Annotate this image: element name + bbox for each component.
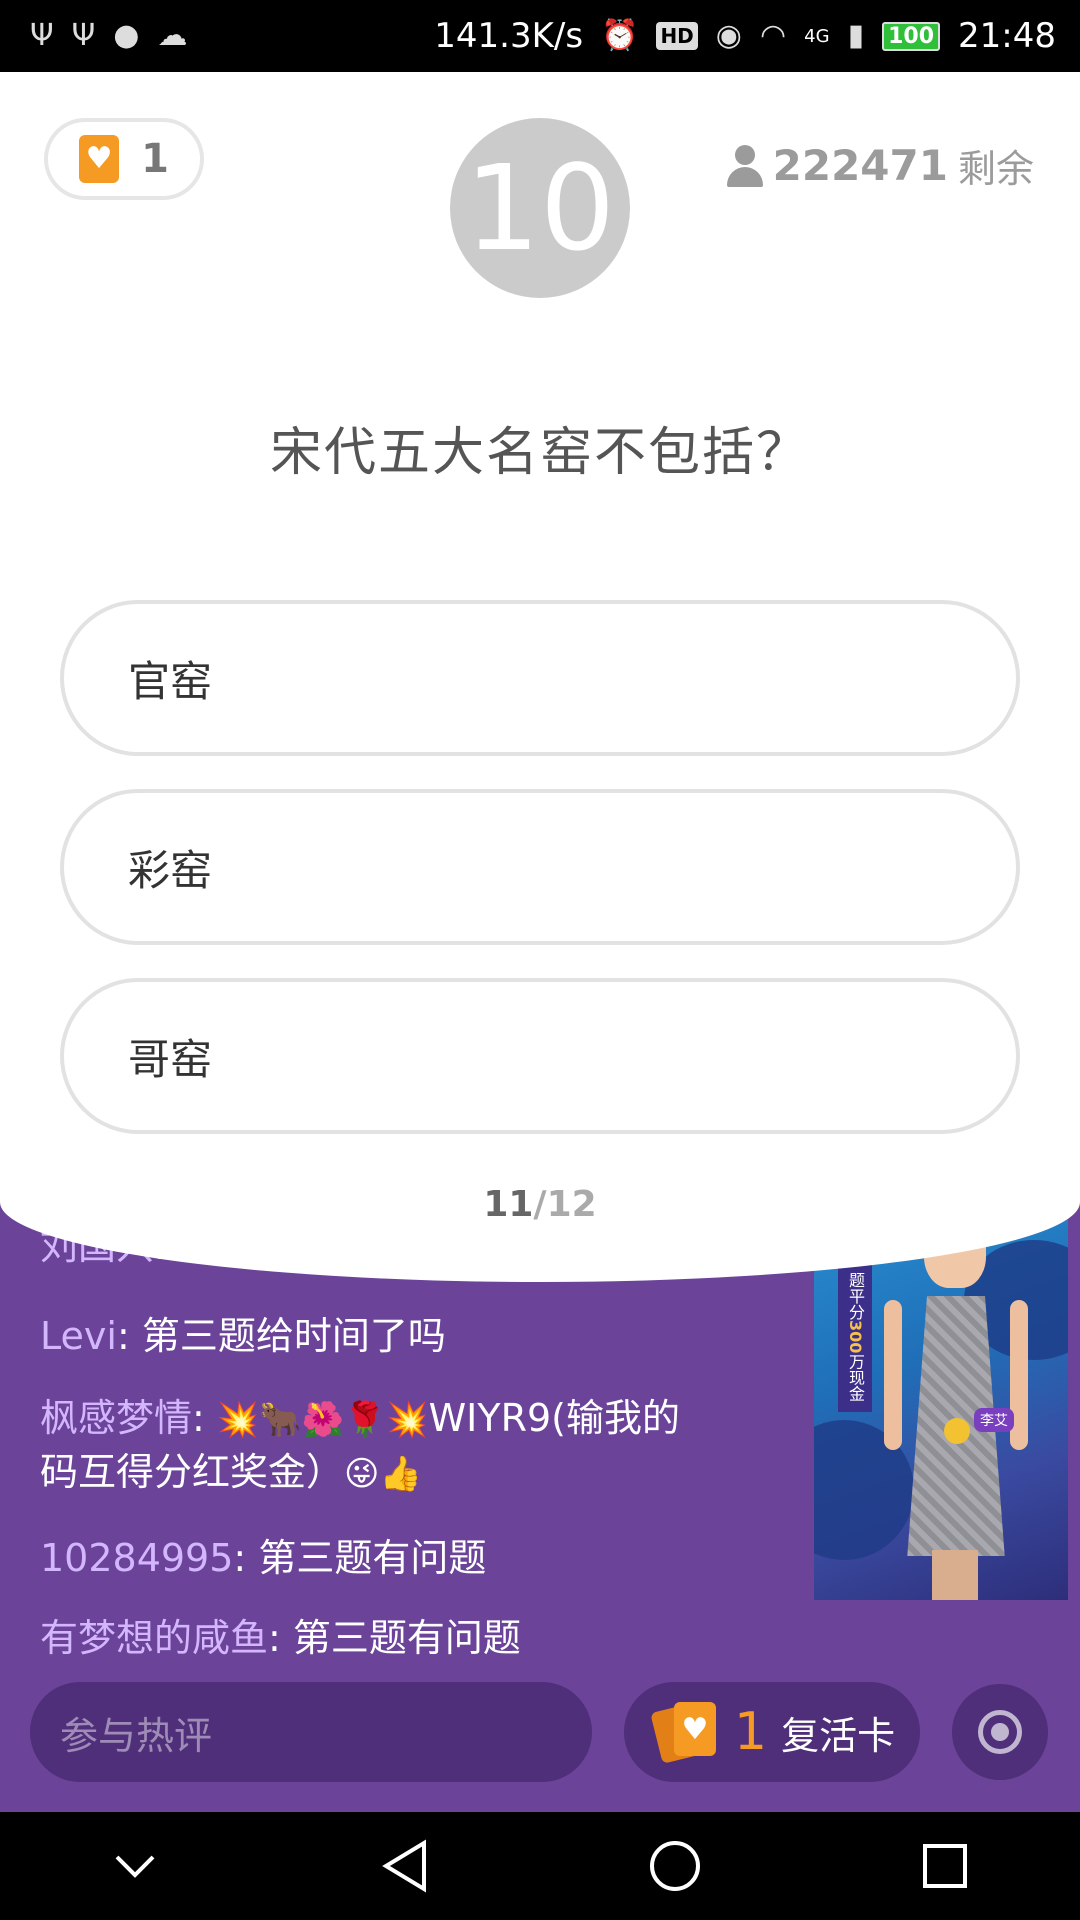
countdown-timer: 10: [450, 118, 630, 298]
battery-icon: 100: [882, 21, 941, 51]
comment-input[interactable]: 参与热评: [30, 1682, 592, 1782]
chat-username: Levi: [40, 1314, 117, 1358]
revive-label: 复活卡: [781, 1713, 896, 1758]
coin-icon: [944, 1418, 970, 1444]
chat-message: Levi: 第三题给时间了吗: [40, 1310, 680, 1362]
status-right-icons: 141.3K/s ⏰ HD ◉ ◠ 4G ▮ 100 21:48: [434, 16, 1056, 56]
chat-separator: :: [233, 1536, 259, 1580]
remaining-label: 剩余: [957, 147, 1034, 191]
chat-text: 第三题有问题: [258, 1536, 487, 1580]
hd-icon: HD: [656, 22, 698, 50]
lives-badge: ♥ 1: [44, 118, 204, 200]
alarm-icon: ⏰: [601, 18, 639, 53]
system-nav-bar: [0, 1812, 1080, 1920]
chat-message: 10284995: 第三题有问题: [40, 1532, 680, 1584]
answer-option-3[interactable]: 哥窑: [60, 978, 1020, 1134]
signal-icon: ▮: [847, 18, 865, 53]
question-text: 宋代五大名窑不包括？: [269, 423, 810, 483]
heart-icon: ♥: [85, 141, 113, 176]
revive-count: 1: [734, 1702, 768, 1762]
chat-text: 第三题给时间了吗: [141, 1314, 446, 1358]
recents-icon[interactable]: [905, 1826, 985, 1906]
network-type: 4G: [804, 25, 830, 47]
person-icon: [726, 144, 763, 187]
lives-count: 1: [141, 136, 169, 182]
record-button[interactable]: [952, 1684, 1048, 1780]
chat-separator: :: [116, 1314, 142, 1358]
chat-username: 有梦想的咸鱼: [40, 1616, 269, 1660]
answer-option-2[interactable]: 彩窑: [60, 789, 1020, 945]
revive-card-icon: ♥: [79, 135, 120, 183]
eye-icon: ◉: [715, 18, 742, 53]
banner-suffix: 万现金: [846, 1353, 865, 1402]
clock: 21:48: [958, 16, 1056, 56]
prize-banner: 题平分300万现金: [838, 1262, 872, 1412]
back-icon[interactable]: [365, 1826, 445, 1906]
revive-card-button[interactable]: ♥ 1 复活卡: [624, 1682, 920, 1782]
answer-option-1[interactable]: 官窑: [60, 600, 1020, 756]
host-name-tag: 李艾: [974, 1408, 1014, 1432]
chat-message: 枫感梦情: 💥🐂🌺🌹💥WIYR9(输我的码互得分红奖金）😜👍: [40, 1392, 680, 1500]
progress-current: 11: [483, 1184, 534, 1225]
remaining-players: 222471 剩余: [726, 138, 1034, 193]
net-speed: 141.3K/s: [434, 16, 584, 56]
chat-text: 第三题有问题: [292, 1616, 521, 1660]
weather-icon: ☁: [157, 18, 188, 53]
chat-emoji: 💥🐂🌺🌹💥: [216, 1400, 429, 1440]
status-left-icons: Ψ Ψ ● ☁: [30, 21, 187, 51]
status-bar: Ψ Ψ ● ☁ 141.3K/s ⏰ HD ◉ ◠ 4G ▮ 100 21:48: [0, 0, 1080, 72]
chat-emoji: 😜👍: [344, 1454, 422, 1494]
chevron-down-icon[interactable]: [95, 1826, 175, 1906]
chat-message: 有梦想的咸鱼: 第三题有问题: [40, 1612, 680, 1664]
wechat-icon: ●: [113, 18, 140, 53]
chat-separator: :: [192, 1396, 217, 1440]
usb-debug-icon: Ψ: [71, 18, 96, 53]
usb-icon: Ψ: [30, 18, 54, 53]
question-progress: 11/12: [0, 1184, 1080, 1225]
banner-text: 题平分: [846, 1272, 865, 1321]
home-icon[interactable]: [635, 1826, 715, 1906]
chat-separator: :: [268, 1616, 293, 1660]
chat-username: 枫感梦情: [40, 1396, 193, 1440]
banner-amount: 300: [846, 1320, 865, 1354]
revive-cards-icon: ♥: [650, 1700, 720, 1764]
wifi-icon: ◠: [759, 18, 787, 53]
progress-total: /12: [533, 1184, 597, 1225]
record-icon: [978, 1710, 1022, 1754]
chat-username: 10284995: [40, 1536, 234, 1580]
remaining-count: 222471: [772, 141, 948, 190]
